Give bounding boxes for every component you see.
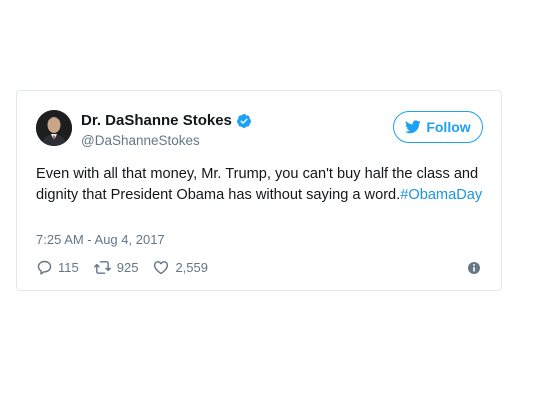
retweet-button[interactable]: 925 [93, 259, 139, 276]
author-handle[interactable]: @DaShanneStokes [81, 133, 200, 148]
like-icon [152, 259, 170, 276]
timestamp[interactable]: 7:25 AM - Aug 4, 2017 [36, 232, 165, 247]
retweet-count: 925 [116, 260, 139, 275]
tweet-card: Dr. DaShanne Stokes @DaShanneStokes Foll… [16, 90, 502, 291]
verified-badge-icon [236, 113, 252, 129]
like-count: 2,559 [175, 260, 208, 275]
action-bar: 115 925 2,559 [36, 259, 222, 276]
like-button[interactable]: 2,559 [152, 259, 208, 276]
avatar[interactable] [36, 110, 72, 146]
author-name-row: Dr. DaShanne Stokes [81, 112, 252, 129]
tweet-text: Even with all that money, Mr. Trump, you… [36, 164, 486, 206]
reply-icon [36, 259, 53, 276]
avatar-image [36, 110, 72, 146]
retweet-icon [93, 259, 112, 276]
author-name[interactable]: Dr. DaShanne Stokes [81, 112, 232, 129]
hashtag-link[interactable]: #ObamaDay [400, 187, 482, 203]
follow-label: Follow [426, 119, 471, 135]
follow-button[interactable]: Follow [393, 111, 483, 143]
info-icon[interactable] [467, 261, 481, 275]
reply-count: 115 [58, 260, 79, 275]
reply-button[interactable]: 115 [36, 259, 79, 276]
twitter-bird-icon [405, 120, 422, 134]
